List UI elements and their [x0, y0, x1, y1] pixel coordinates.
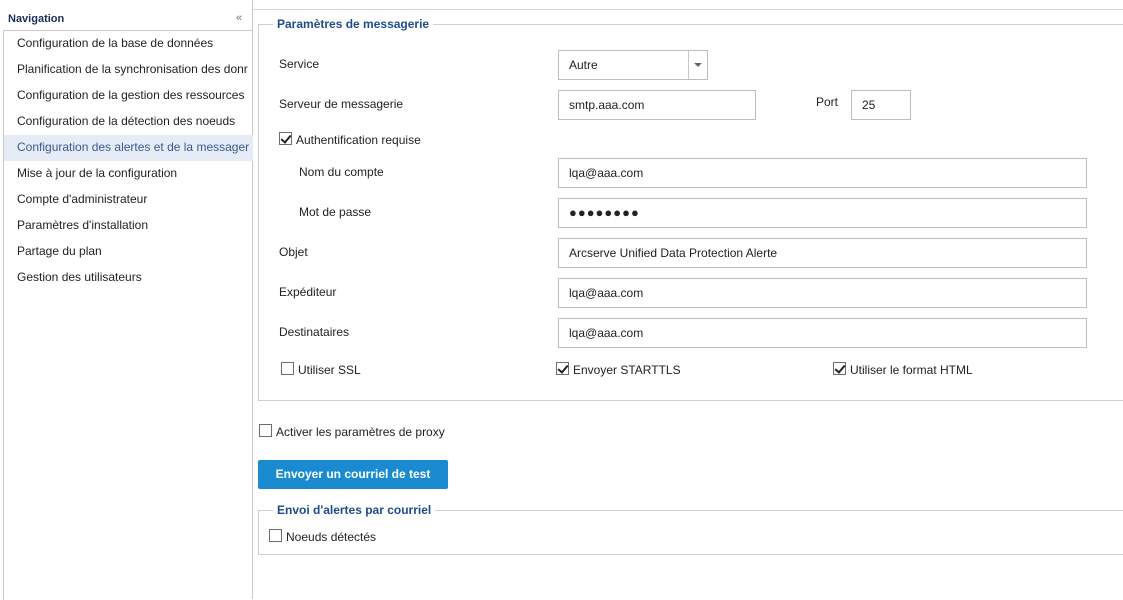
- mail-settings-legend: Paramètres de messagerie: [277, 17, 430, 31]
- service-select[interactable]: Autre: [558, 50, 708, 80]
- auth-required-label: Authentification requise: [296, 133, 421, 147]
- service-select-value: Autre: [569, 58, 598, 72]
- port-input[interactable]: 25: [851, 90, 911, 120]
- password-input[interactable]: ●●●●●●●●: [558, 198, 1087, 228]
- service-label: Service: [279, 57, 320, 71]
- main-panel: Paramètres de messagerie Service Autre S…: [253, 0, 1123, 599]
- top-divider: [253, 9, 1123, 10]
- subject-label: Objet: [279, 245, 308, 259]
- navigation-sidebar: Navigation « Configuration de la base de…: [0, 0, 253, 600]
- sender-input[interactable]: lqa@aaa.com: [558, 278, 1087, 308]
- proxy-label: Activer les paramètres de proxy: [276, 425, 445, 439]
- nav-item-admin-account[interactable]: Compte d'administrateur: [4, 187, 253, 213]
- nav-item-alerts-email[interactable]: Configuration des alertes et de la messa…: [4, 135, 253, 161]
- mail-server-input[interactable]: smtp.aaa.com: [558, 90, 756, 120]
- proxy-checkbox[interactable]: [259, 424, 272, 437]
- navigation-list: Configuration de la base de données Plan…: [3, 30, 253, 600]
- account-name-input[interactable]: lqa@aaa.com: [558, 158, 1087, 188]
- email-alerts-group: Envoi d'alertes par courriel: [258, 503, 1123, 555]
- send-test-email-button[interactable]: Envoyer un courriel de test: [258, 460, 448, 489]
- auth-required-checkbox[interactable]: [279, 132, 292, 145]
- subject-input[interactable]: Arcserve Unified Data Protection Alerte: [558, 238, 1087, 268]
- nodes-detected-checkbox[interactable]: [269, 529, 282, 542]
- html-format-label: Utiliser le format HTML: [850, 363, 973, 377]
- double-chevron-left-icon[interactable]: «: [236, 12, 242, 24]
- nav-item-database-config[interactable]: Configuration de la base de données: [4, 31, 253, 57]
- nav-item-update-config[interactable]: Mise à jour de la configuration: [4, 161, 253, 187]
- mail-server-label: Serveur de messagerie: [279, 97, 404, 111]
- html-format-checkbox[interactable]: [833, 362, 846, 375]
- navigation-title: Navigation: [8, 13, 65, 25]
- nav-item-install-settings[interactable]: Paramètres d'installation: [4, 213, 253, 239]
- recipients-input[interactable]: lqa@aaa.com: [558, 318, 1087, 348]
- dropdown-arrow-icon[interactable]: [688, 51, 707, 79]
- use-ssl-checkbox[interactable]: [281, 362, 294, 375]
- account-name-label: Nom du compte: [299, 165, 384, 179]
- password-label: Mot de passe: [299, 205, 372, 219]
- use-ssl-label: Utiliser SSL: [298, 363, 361, 377]
- send-starttls-label: Envoyer STARTTLS: [573, 363, 681, 377]
- send-starttls-checkbox[interactable]: [556, 362, 569, 375]
- sender-label: Expéditeur: [279, 285, 337, 299]
- nav-item-user-management[interactable]: Gestion des utilisateurs: [4, 265, 253, 291]
- recipients-label: Destinataires: [279, 325, 350, 339]
- navigation-header: Navigation «: [0, 0, 252, 30]
- email-alerts-legend: Envoi d'alertes par courriel: [277, 503, 432, 517]
- nav-item-node-discovery[interactable]: Configuration de la détection des noeuds: [4, 109, 253, 135]
- port-label: Port: [816, 95, 839, 109]
- nodes-detected-label: Noeuds détectés: [286, 530, 377, 544]
- nav-item-resource-management[interactable]: Configuration de la gestion des ressourc…: [4, 83, 253, 109]
- nav-item-sync-schedule[interactable]: Planification de la synchronisation des …: [4, 57, 253, 83]
- nav-item-plan-sharing[interactable]: Partage du plan: [4, 239, 253, 265]
